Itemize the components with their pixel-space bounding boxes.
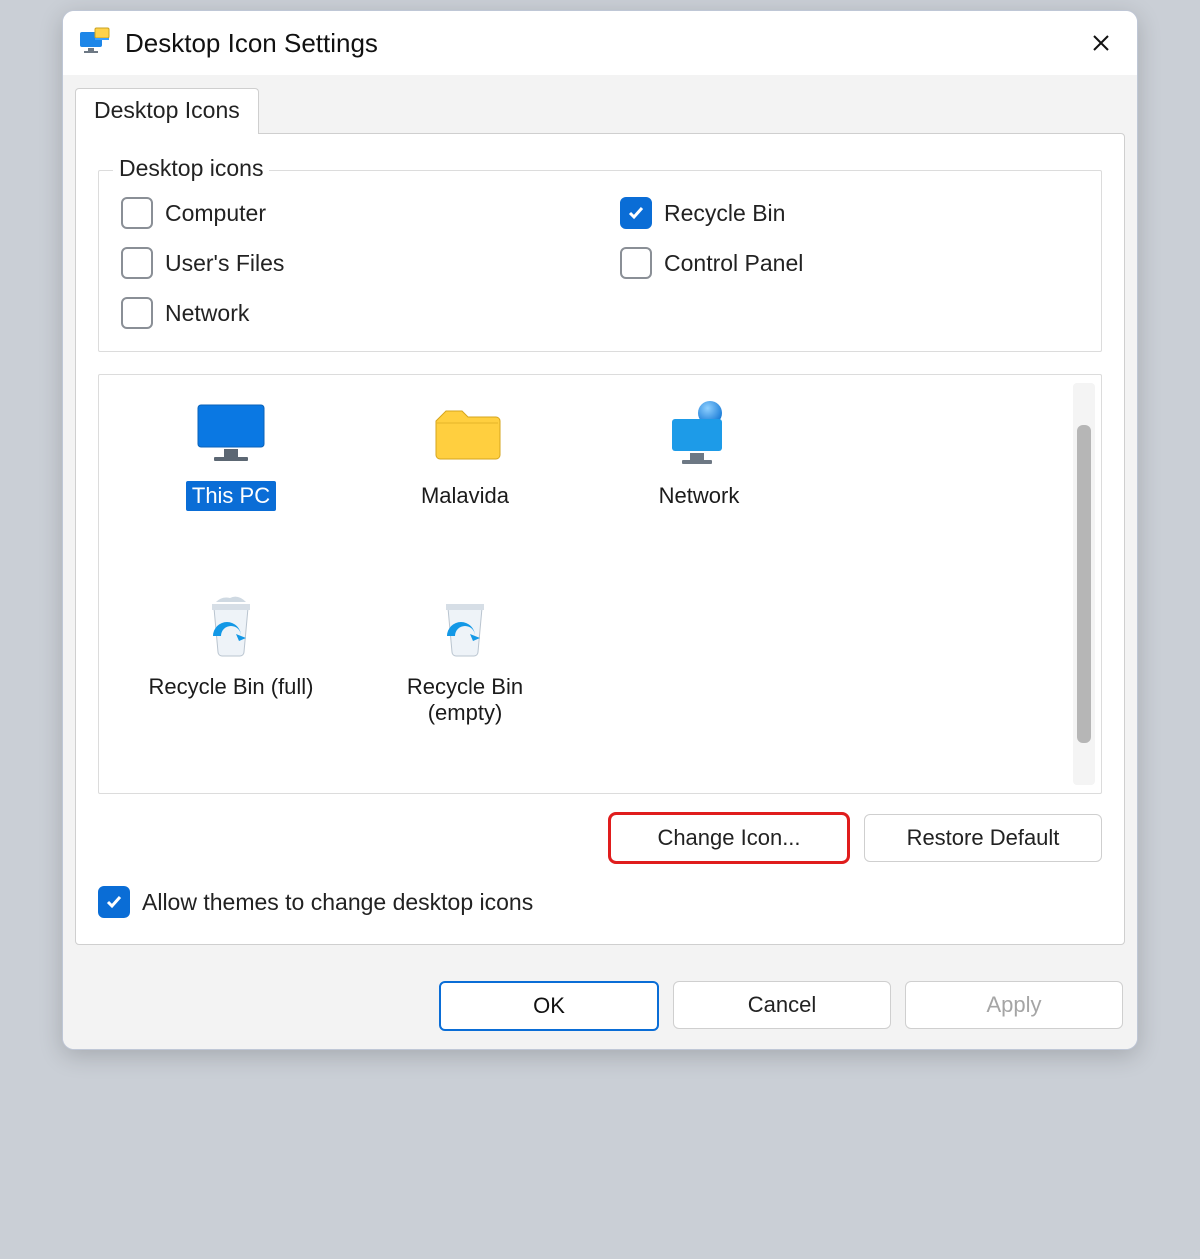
tab-panel: Desktop icons Computer Recycle Bin Us — [75, 133, 1125, 945]
checkbox-label: User's Files — [165, 250, 284, 277]
tab-desktop-icons[interactable]: Desktop Icons — [75, 88, 259, 134]
apply-button[interactable]: Apply — [905, 981, 1123, 1029]
preview-item-label: This PC — [186, 481, 276, 511]
checkbox-box — [121, 297, 153, 329]
restore-default-button[interactable]: Restore Default — [864, 814, 1102, 862]
scrollbar-thumb[interactable] — [1077, 425, 1091, 743]
checkbox-network[interactable]: Network — [121, 297, 1079, 329]
checkbox-recycle-bin[interactable]: Recycle Bin — [620, 197, 1079, 229]
checkbox-label: Allow themes to change desktop icons — [142, 889, 533, 916]
desktop-icons-fieldset: Desktop icons Computer Recycle Bin Us — [98, 170, 1102, 352]
change-icon-button[interactable]: Change Icon... — [610, 814, 848, 862]
window-edge-artifact — [1137, 305, 1138, 349]
checkbox-control-panel[interactable]: Control Panel — [620, 247, 1079, 279]
checkbox-box — [620, 197, 652, 229]
checkbox-box — [98, 886, 130, 918]
fieldset-legend: Desktop icons — [113, 155, 269, 182]
checkbox-box — [121, 197, 153, 229]
recycle-bin-empty-icon — [426, 590, 504, 662]
dialog-title: Desktop Icon Settings — [125, 28, 378, 59]
title-bar: Desktop Icon Settings — [63, 11, 1137, 75]
checkbox-label: Network — [165, 300, 249, 327]
preview-item-label: Recycle Bin (full) — [142, 672, 319, 702]
preview-item-label: Malavida — [415, 481, 515, 511]
checkbox-computer[interactable]: Computer — [121, 197, 580, 229]
network-icon — [660, 399, 738, 471]
icon-preview-list: This PC Malavida — [98, 374, 1102, 794]
checkbox-label: Recycle Bin — [664, 200, 785, 227]
cancel-button[interactable]: Cancel — [673, 981, 891, 1029]
ok-button[interactable]: OK — [439, 981, 659, 1031]
close-button[interactable] — [1079, 21, 1123, 65]
folder-icon — [426, 399, 504, 471]
preview-item-label: Network — [653, 481, 746, 511]
checkbox-box — [620, 247, 652, 279]
preview-item-recycle-bin-empty[interactable]: Recycle Bin (empty) — [353, 586, 577, 773]
preview-item-recycle-bin-full[interactable]: Recycle Bin (full) — [119, 586, 343, 773]
dialog-button-row: OK Cancel Apply — [63, 967, 1137, 1049]
scrollbar[interactable] — [1073, 383, 1095, 785]
preview-item-user-folder[interactable]: Malavida — [353, 395, 577, 582]
checkbox-label: Computer — [165, 200, 266, 227]
preview-item-label: Recycle Bin (empty) — [364, 672, 566, 729]
preview-item-network[interactable]: Network — [587, 395, 811, 582]
tab-strip: Desktop Icons — [75, 85, 1125, 133]
preview-item-this-pc[interactable]: This PC — [119, 395, 343, 582]
app-icon — [77, 25, 113, 61]
window-edge-artifact — [1137, 577, 1138, 621]
dialog-window: Desktop Icon Settings Desktop Icons Desk… — [62, 10, 1138, 1050]
checkbox-box — [121, 247, 153, 279]
client-area: Desktop Icons Desktop icons Computer Rec… — [63, 75, 1137, 967]
checkbox-allow-themes[interactable]: Allow themes to change desktop icons — [98, 886, 1102, 918]
checkbox-users-files[interactable]: User's Files — [121, 247, 580, 279]
icon-action-row: Change Icon... Restore Default — [98, 814, 1102, 862]
monitor-icon — [192, 399, 270, 471]
recycle-bin-full-icon — [192, 590, 270, 662]
checkbox-label: Control Panel — [664, 250, 803, 277]
